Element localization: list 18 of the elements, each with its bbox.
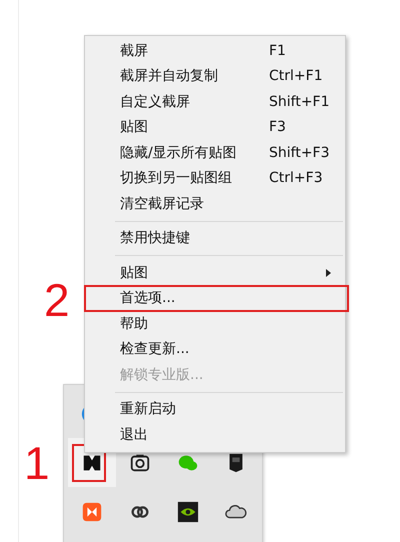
menu-item[interactable]: 贴图 F3	[85, 114, 345, 140]
menu-item[interactable]: 清空截屏记录	[85, 191, 345, 216]
callout-number: 1	[24, 440, 50, 486]
eye-icon[interactable]	[177, 500, 199, 522]
menu-item[interactable]: 切换到另一贴图组 Ctrl+F3	[85, 166, 345, 191]
menu-item[interactable]: 贴图	[85, 260, 345, 286]
menu-item[interactable]: 帮助	[85, 311, 345, 336]
menu-item[interactable]: 隐藏/显示所有贴图 Shift+F3	[85, 140, 345, 166]
menu-item[interactable]: 退出	[85, 422, 345, 448]
menu-item[interactable]: 首选项...	[85, 286, 345, 311]
menu-item[interactable]: 检查更新...	[85, 336, 345, 362]
menu-item[interactable]: 重新启动	[85, 396, 345, 422]
menu-item[interactable]: 自定义截屏 Shift+F1	[85, 89, 345, 114]
menu-item[interactable]: 截屏并自动复制 Ctrl+F1	[85, 64, 345, 89]
callout-number: 2	[44, 277, 70, 323]
menu-item[interactable]: 截屏 F1	[85, 38, 345, 64]
menu-item[interactable]: 禁用快捷键	[85, 226, 345, 251]
submenu-arrow-icon	[326, 269, 331, 277]
